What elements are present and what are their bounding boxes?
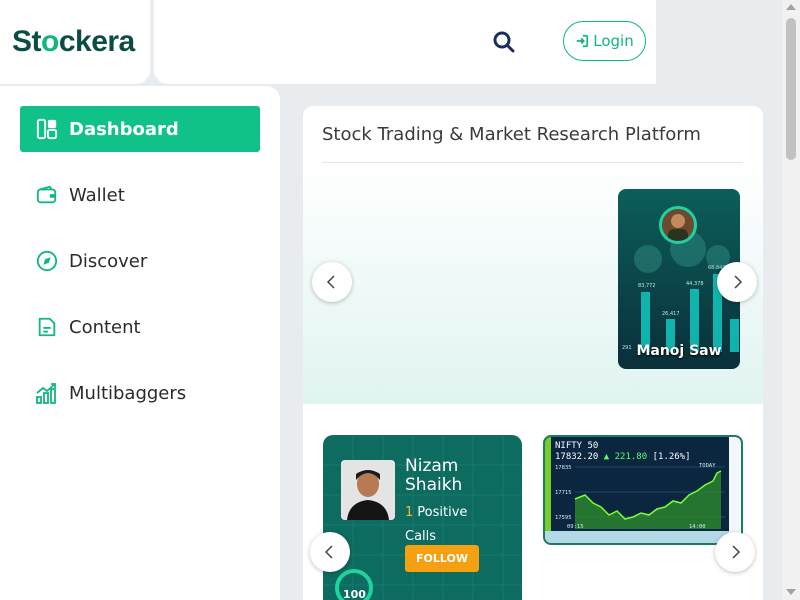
market-chart-card[interactable]: 17835 17715 17595 09:15 14:00 TODAY NIFTY 50… [543,435,743,545]
index-change-pct: [1.26%] [652,452,691,462]
chevron-right-icon [734,275,743,289]
sidebar-item-label: Multibaggers [69,382,187,404]
sidebar: Dashboard Wallet Discover Content Multib… [0,86,280,600]
cards-next-button[interactable] [715,532,755,572]
svg-text:17715: 17715 [555,490,572,496]
page-title: Stock Trading & Market Research Platform [322,124,701,145]
document-icon [35,315,59,339]
svg-text:17835: 17835 [555,465,572,471]
positive-calls-text: 1 Positive Calls [405,501,515,549]
svg-text:44,378: 44,378 [686,281,704,287]
analyst-promo-card[interactable]: Nizam Shaikh 1 Positive Calls FOLLOW 100 [323,435,522,600]
sign-in-icon [577,34,589,48]
avatar [659,206,697,244]
search-icon[interactable] [492,30,516,54]
sidebar-item-multibaggers[interactable]: Multibaggers [20,370,260,416]
trader-name: Manoj Saw [636,343,722,359]
sidebar-item-label: Discover [69,250,148,272]
carousel-prev-button[interactable] [312,262,352,302]
chevron-left-icon [326,275,335,289]
wallet-icon [35,183,59,207]
calls-label-2: Calls [405,529,437,544]
follow-button[interactable]: FOLLOW [405,545,479,572]
calls-label-1: Positive [417,505,468,520]
calls-count: 1 [405,505,414,520]
sidebar-item-label: Content [69,316,141,338]
analyst-name: Nizam Shaikh [405,456,463,495]
chevron-left-icon [324,545,333,559]
brand-logo[interactable]: Stockera [12,25,135,59]
svg-text:14:00: 14:00 [689,524,706,530]
svg-text:26,417: 26,417 [662,311,680,317]
svg-text:17595: 17595 [555,515,572,521]
scroll-down-arrow-icon[interactable] [786,589,796,595]
carousel-next-button[interactable] [717,262,757,302]
sidebar-item-wallet[interactable]: Wallet [20,172,260,218]
cards-prev-button[interactable] [310,532,350,572]
svg-text:TODAY: TODAY [699,463,716,469]
index-name: NIFTY 50 [555,441,599,451]
chevron-right-icon [732,545,741,559]
growth-chart-icon [35,381,59,405]
title-divider [322,162,743,163]
sidebar-item-label: Wallet [69,184,125,206]
svg-text:83,772: 83,772 [638,283,656,289]
top-bar: Login [154,0,656,84]
index-change: ▲ 221.80 [603,452,648,462]
score-value: 100 [343,588,366,600]
sidebar-item-content[interactable]: Content [20,304,260,350]
login-button[interactable]: Login [563,21,646,61]
scroll-up-arrow-icon[interactable] [786,4,796,10]
sidebar-item-discover[interactable]: Discover [20,238,260,284]
compass-icon [35,249,59,273]
sidebar-item-label: Dashboard [69,118,179,140]
index-value: 17832.20 [555,452,599,462]
logo-area[interactable]: Stockera [0,0,150,84]
page-scrollbar[interactable] [782,0,800,600]
sidebar-item-dashboard[interactable]: Dashboard [20,106,260,152]
index-header: NIFTY 50 17832.20 ▲ 221.80 [1.26%] [555,441,691,463]
main-panel: Stock Trading & Market Research Platform… [303,106,763,600]
dashboard-icon [35,117,59,141]
analyst-photo [341,460,395,520]
scroll-thumb[interactable] [786,18,796,160]
login-label: Login [593,32,634,50]
svg-text:09:15: 09:15 [567,524,584,530]
